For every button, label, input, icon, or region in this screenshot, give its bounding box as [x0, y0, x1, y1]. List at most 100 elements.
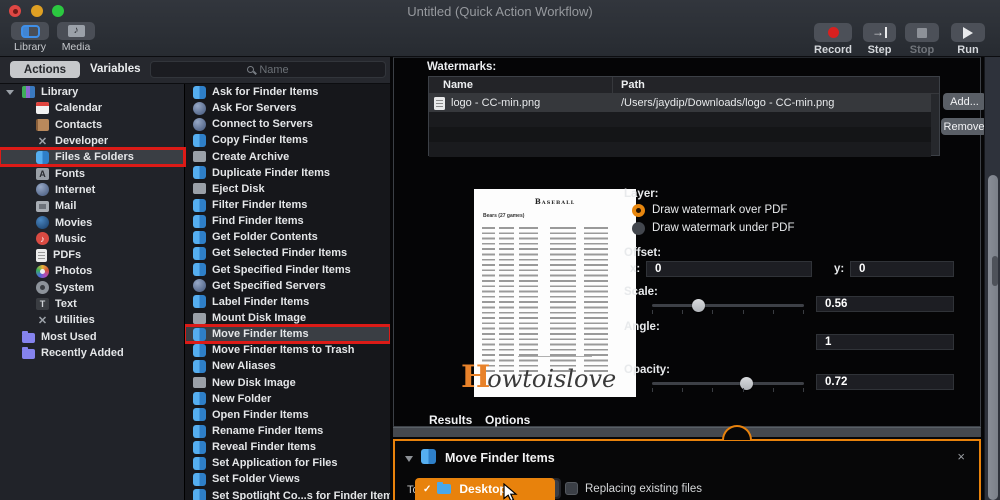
- action-item-filter-finder-items[interactable]: Filter Finder Items: [185, 197, 390, 213]
- action-item-mount-disk-image[interactable]: Mount Disk Image: [185, 310, 390, 326]
- disclosure-triangle-icon[interactable]: [405, 456, 413, 462]
- opacity-slider[interactable]: [652, 377, 804, 390]
- table-row[interactable]: logo - CC-min.png /Users/jaydip/Download…: [429, 94, 931, 112]
- replacing-existing-files-label: Replacing existing files: [585, 483, 702, 495]
- action-item-move-finder-items[interactable]: Move Finder Items: [185, 324, 390, 345]
- offset-y-field[interactable]: 0: [850, 261, 954, 277]
- finder-icon: [193, 408, 206, 422]
- canvas-scrollbar-thumb[interactable]: [987, 175, 998, 500]
- sidebar-item-movies[interactable]: Movies: [0, 214, 184, 230]
- sidebar-item-library[interactable]: Library: [0, 84, 184, 100]
- sidebar-item-system[interactable]: System: [0, 280, 184, 296]
- action-item-find-finder-items[interactable]: Find Finder Items: [185, 213, 390, 229]
- item-label: PDFs: [53, 249, 82, 262]
- sidebar-item-most-used[interactable]: Most Used: [0, 328, 184, 344]
- menu-item-desktop[interactable]: ✓ Desktop: [415, 478, 555, 500]
- radio-draw-under-pdf[interactable]: [632, 222, 645, 235]
- offset-x-field[interactable]: 0: [646, 261, 812, 277]
- close-action-button[interactable]: ×: [957, 449, 965, 464]
- actions-list-scrollbar[interactable]: [992, 256, 998, 286]
- angle-value-field[interactable]: 1: [816, 334, 954, 350]
- step-button[interactable]: →: [863, 23, 896, 42]
- opacity-value-field[interactable]: 0.72: [816, 374, 954, 390]
- finder-icon: [193, 359, 206, 373]
- action-item-set-spotlight-co-s-for-finder-items[interactable]: Set Spotlight Co...s for Finder Items: [185, 488, 390, 500]
- item-label: Recently Added: [41, 346, 124, 359]
- item-label: Set Folder Views: [212, 473, 300, 486]
- tab-variables[interactable]: Variables: [90, 63, 141, 75]
- action-item-rename-finder-items[interactable]: Rename Finder Items: [185, 423, 390, 439]
- search-placeholder: Name: [259, 63, 289, 76]
- library-button[interactable]: [11, 22, 49, 40]
- action-item-create-archive[interactable]: Create Archive: [185, 149, 390, 165]
- sidebar-item-music[interactable]: Music: [0, 231, 184, 247]
- search-icon: [247, 66, 255, 73]
- action-item-get-specified-finder-items[interactable]: Get Specified Finder Items: [185, 262, 390, 278]
- item-label: Label Finder Items: [212, 295, 310, 308]
- replacing-existing-files-checkbox[interactable]: [565, 482, 578, 495]
- disk-icon: [193, 312, 206, 324]
- sidebar-item-contacts[interactable]: Contacts: [0, 117, 184, 133]
- action-item-get-selected-finder-items[interactable]: Get Selected Finder Items: [185, 245, 390, 261]
- disclosure-triangle-icon[interactable]: [6, 89, 14, 95]
- item-label: New Aliases: [212, 360, 276, 373]
- run-button[interactable]: [951, 23, 985, 42]
- action-item-new-disk-image[interactable]: New Disk Image: [185, 375, 390, 391]
- action-item-set-folder-views[interactable]: Set Folder Views: [185, 471, 390, 487]
- sidebar-item-recently-added[interactable]: Recently Added: [0, 345, 184, 361]
- globe-icon: [193, 117, 206, 131]
- action-item-ask-for-servers[interactable]: Ask For Servers: [185, 100, 390, 116]
- table-scrollbar[interactable]: [931, 94, 939, 155]
- scale-slider[interactable]: [652, 299, 804, 312]
- sidebar-item-calendar[interactable]: Calendar: [0, 100, 184, 116]
- workflow-canvas: Watermarks: Name Path logo - CC-min.png …: [390, 57, 987, 500]
- tab-options[interactable]: Options: [485, 413, 530, 427]
- action-item-open-finder-items[interactable]: Open Finder Items: [185, 407, 390, 423]
- sidebar-item-pdfs[interactable]: PDFs: [0, 247, 184, 263]
- sidebar-item-text[interactable]: Text: [0, 296, 184, 312]
- sidebar-item-photos[interactable]: Photos: [0, 263, 184, 279]
- record-icon: [827, 27, 839, 38]
- action-item-eject-disk[interactable]: Eject Disk: [185, 181, 390, 197]
- action-item-move-finder-items-to-trash[interactable]: Move Finder Items to Trash: [185, 342, 390, 358]
- action-item-set-application-for-files[interactable]: Set Application for Files: [185, 455, 390, 471]
- action-item-label-finder-items[interactable]: Label Finder Items: [185, 294, 390, 310]
- action-item-ask-for-finder-items[interactable]: Ask for Finder Items: [185, 84, 390, 100]
- sidebar-item-fonts[interactable]: Fonts: [0, 165, 184, 181]
- radio-draw-over-pdf[interactable]: [632, 204, 645, 217]
- remove-watermark-button[interactable]: Remove: [941, 118, 987, 135]
- mouse-cursor: [503, 483, 518, 500]
- column-header-path[interactable]: Path: [613, 77, 939, 93]
- finder-icon: [193, 327, 206, 341]
- tab-results[interactable]: Results: [429, 413, 472, 427]
- item-label: System: [55, 281, 95, 294]
- record-button[interactable]: [814, 23, 852, 42]
- preview-table-column: [499, 227, 514, 372]
- action-item-get-specified-servers[interactable]: Get Specified Servers: [185, 278, 390, 294]
- search-input[interactable]: Name: [150, 61, 386, 78]
- sidebar-item-utilities[interactable]: Utilities: [0, 312, 184, 328]
- item-label: Get Selected Finder Items: [212, 247, 348, 260]
- action-item-get-folder-contents[interactable]: Get Folder Contents: [185, 229, 390, 245]
- sidebar-item-internet[interactable]: Internet: [0, 182, 184, 198]
- sidebar-item-mail[interactable]: Mail: [0, 198, 184, 214]
- tab-actions[interactable]: Actions: [10, 61, 80, 78]
- item-label: Filter Finder Items: [212, 199, 308, 212]
- scale-value-field[interactable]: 0.56: [816, 296, 954, 312]
- item-label: Copy Finder Items: [212, 134, 308, 147]
- action-item-duplicate-finder-items[interactable]: Duplicate Finder Items: [185, 165, 390, 181]
- media-button[interactable]: [57, 22, 95, 40]
- stop-button[interactable]: [905, 23, 939, 42]
- action-item-copy-finder-items[interactable]: Copy Finder Items: [185, 132, 390, 148]
- move-finder-items-action: Move Finder Items × To: ⌃⌄ ✓ Desktop Rep…: [393, 439, 981, 500]
- finder-icon: [193, 456, 206, 470]
- action-item-new-aliases[interactable]: New Aliases: [185, 358, 390, 374]
- system-icon: [36, 281, 49, 295]
- column-header-name[interactable]: Name: [429, 77, 613, 93]
- sidebar-item-files-folders[interactable]: Files & Folders: [0, 147, 186, 168]
- action-item-connect-to-servers[interactable]: Connect to Servers: [185, 116, 390, 132]
- action-item-new-folder[interactable]: New Folder: [185, 391, 390, 407]
- action-item-reveal-finder-items[interactable]: Reveal Finder Items: [185, 439, 390, 455]
- add-watermark-button[interactable]: Add...: [943, 93, 986, 110]
- sidebar-item-developer[interactable]: Developer: [0, 133, 184, 149]
